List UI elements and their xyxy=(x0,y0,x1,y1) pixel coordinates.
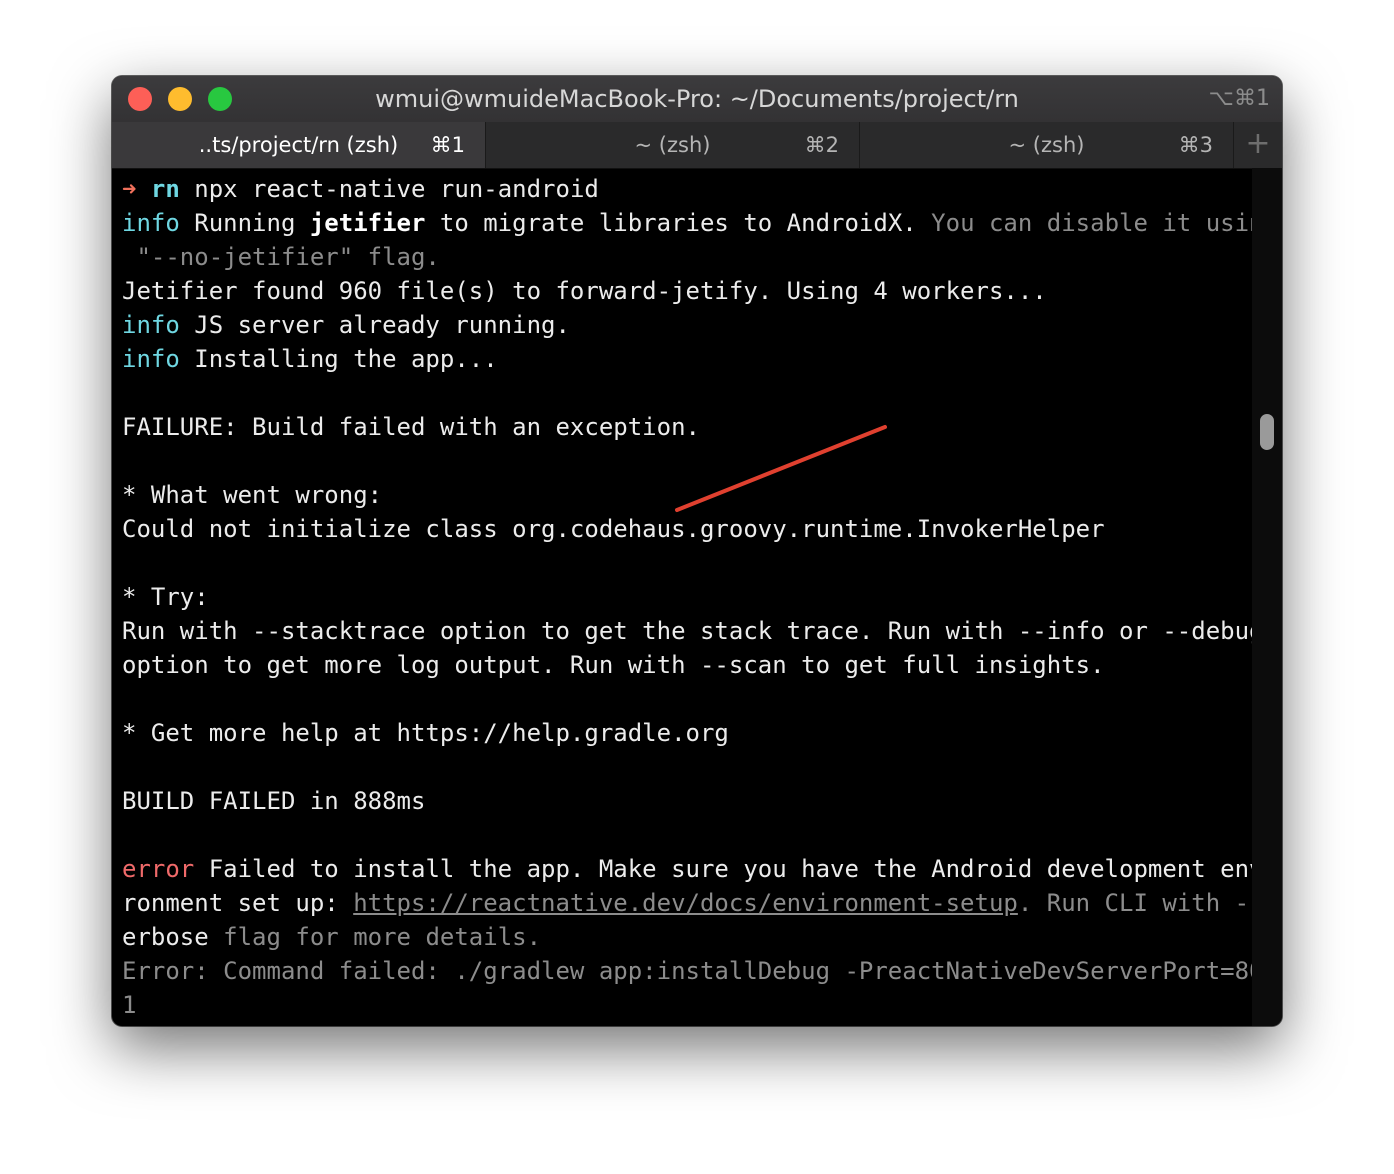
terminal-line: * Get more help at https://help.gradle.o… xyxy=(122,719,729,747)
line-text-dim: You can disable it using xyxy=(931,209,1252,237)
terminal-line: ronment set up: https://reactnative.dev/… xyxy=(122,886,1252,920)
terminal-line: info Running jetifier to migrate librari… xyxy=(122,206,1252,240)
terminal-line: Error: Command failed: ./gradlew app:ins… xyxy=(122,957,1252,985)
terminal-line: info Installing the app... xyxy=(122,342,1252,376)
scrollbar[interactable] xyxy=(1252,168,1282,1026)
terminal-line: "--no-jetifier" flag. xyxy=(122,243,440,271)
terminal-line: error Failed to install the app. Make su… xyxy=(122,852,1252,886)
line-text: Installing the app... xyxy=(179,345,498,373)
tab-shortcut: ⌘3 xyxy=(1178,133,1213,157)
tab-shortcut: ⌘1 xyxy=(430,133,465,157)
terminal-line: FAILURE: Build failed with an exception. xyxy=(122,413,700,441)
info-tag: info xyxy=(122,311,180,339)
terminal-line: ➜ rn npx react-native run-android xyxy=(122,172,1252,206)
terminal-line: Jetifier found 960 file(s) to forward-je… xyxy=(122,277,1047,305)
environment-setup-link[interactable]: https://reactnative.dev/docs/environment… xyxy=(353,889,1018,917)
tab-3[interactable]: ~ (zsh) ⌘3 xyxy=(860,122,1234,168)
tab-label: ~ (zsh) xyxy=(634,133,711,157)
terminal-window: wmui@wmuideMacBook-Pro: ~/Documents/proj… xyxy=(112,76,1282,1026)
terminal-line: Run with --stacktrace option to get the … xyxy=(122,617,1252,645)
error-tag: error xyxy=(122,855,195,883)
tab-shortcut: ⌘2 xyxy=(804,133,839,157)
tab-label: ..ts/project/rn (zsh) xyxy=(198,133,399,157)
line-text: to migrate libraries to AndroidX. xyxy=(425,209,932,237)
line-text: Failed to install the app. Make sure you… xyxy=(194,855,1252,883)
terminal-line: * Try: xyxy=(122,583,209,611)
line-text: erbose xyxy=(122,923,224,951)
line-text: Running xyxy=(179,209,310,237)
window-shortcut: ⌥⌘1 xyxy=(1208,86,1270,111)
line-text: JS server already running. xyxy=(179,311,570,339)
terminal-line: * What went wrong: xyxy=(122,481,383,509)
line-text-dim: flag for more details. xyxy=(223,923,542,951)
line-text-bold: jetifier xyxy=(309,209,426,237)
info-tag: info xyxy=(122,209,180,237)
terminal-line: erbose flag for more details. xyxy=(122,920,1252,954)
terminal-line: option to get more log output. Run with … xyxy=(122,651,1105,679)
command-text: npx react-native run-android xyxy=(179,175,599,203)
prompt-arrow-icon: ➜ xyxy=(122,175,137,203)
window-title: wmui@wmuideMacBook-Pro: ~/Documents/proj… xyxy=(375,85,1019,113)
terminal-line: info JS server already running. xyxy=(122,308,1252,342)
tab-bar: ..ts/project/rn (zsh) ⌘1 ~ (zsh) ⌘2 ~ (z… xyxy=(112,122,1282,169)
tab-label: ~ (zsh) xyxy=(1008,133,1085,157)
terminal-line: Could not initialize class org.codehaus.… xyxy=(122,515,1105,543)
prompt-directory: rn xyxy=(150,175,180,203)
title-bar[interactable]: wmui@wmuideMacBook-Pro: ~/Documents/proj… xyxy=(112,76,1282,123)
tab-2[interactable]: ~ (zsh) ⌘2 xyxy=(486,122,860,168)
info-tag: info xyxy=(122,345,180,373)
terminal-line: 1 xyxy=(122,991,137,1019)
scrollbar-thumb[interactable] xyxy=(1260,414,1274,450)
line-text: ronment set up: xyxy=(122,889,354,917)
tab-1[interactable]: ..ts/project/rn (zsh) ⌘1 xyxy=(112,122,486,168)
terminal-output[interactable]: ➜ rn npx react-native run-android info R… xyxy=(122,172,1252,1022)
line-text-dim: . Run CLI with --v xyxy=(1017,889,1252,917)
terminal-line: BUILD FAILED in 888ms xyxy=(122,787,426,815)
new-tab-button[interactable]: + xyxy=(1234,122,1282,168)
